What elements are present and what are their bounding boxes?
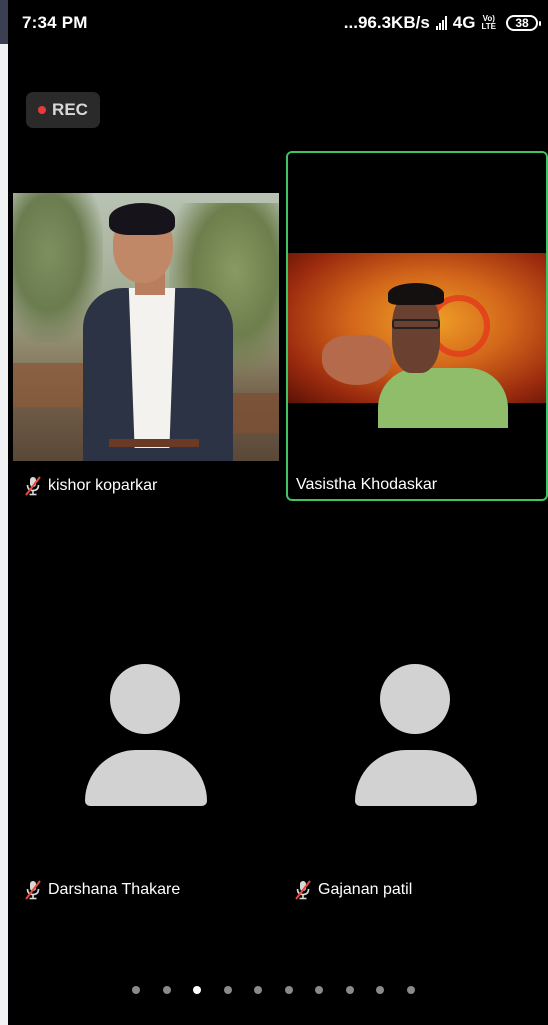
avatar-placeholder-icon[interactable] (355, 664, 477, 806)
video-scenery (13, 363, 93, 407)
person-figure (392, 293, 440, 373)
recording-badge[interactable]: REC (26, 92, 100, 128)
page-dot[interactable] (284, 986, 293, 994)
person-figure (322, 335, 392, 385)
volte-bottom: LTE (481, 22, 496, 31)
page-dot[interactable] (132, 986, 140, 994)
video-letterbox (288, 153, 546, 253)
battery-level: 38 (515, 16, 529, 30)
network-type: 4G (452, 13, 476, 32)
video-scenery (229, 393, 279, 433)
participant-name: Gajanan patil (318, 881, 413, 898)
avatar-placeholder-icon[interactable] (85, 664, 207, 806)
page-dot[interactable] (223, 986, 232, 994)
page-dot[interactable] (193, 986, 201, 994)
page-dot[interactable] (406, 986, 415, 994)
signal-bars-icon (435, 16, 447, 30)
page-dot[interactable] (254, 986, 262, 994)
person-figure (109, 203, 175, 235)
volte-indicator: Vo) LTE (481, 15, 496, 31)
person-figure (392, 319, 440, 329)
left-edge-strip (0, 0, 8, 44)
status-time: 7:34 PM (22, 13, 88, 32)
mic-muted-icon (295, 880, 311, 900)
page-indicator[interactable] (132, 981, 432, 1001)
page-dot[interactable] (315, 986, 323, 994)
participant-name-label: kishor koparkar (24, 476, 157, 496)
participant-name: Darshana Thakare (48, 881, 181, 898)
page-dot[interactable] (345, 986, 354, 994)
network-speed: ...96.3KB/s (343, 13, 430, 32)
avatar-body (85, 750, 207, 806)
person-figure (388, 283, 444, 305)
status-indicators: ...96.3KB/s 4G Vo) LTE 38 (343, 13, 541, 33)
mic-muted-icon (25, 476, 41, 496)
participant-name-label: Darshana Thakare (24, 880, 180, 900)
page-dot[interactable] (376, 986, 384, 994)
meeting-screen: 7:34 PM ...96.3KB/s 4G Vo) LTE 38 REC ki… (8, 0, 548, 1025)
participant-name: kishor koparkar (48, 477, 158, 494)
person-figure (109, 439, 199, 447)
avatar-head (380, 664, 450, 734)
avatar-head (110, 664, 180, 734)
person-figure (378, 368, 508, 428)
participant-name: Vasistha Khodaskar (296, 476, 438, 493)
page-dot[interactable] (162, 986, 171, 994)
avatar-body (355, 750, 477, 806)
video-frame (288, 253, 546, 428)
battery-icon: 38 (506, 15, 541, 31)
recording-label: REC (52, 100, 88, 119)
status-bar: 7:34 PM ...96.3KB/s 4G Vo) LTE 38 (8, 0, 548, 50)
record-dot-icon (38, 106, 47, 114)
mic-muted-icon (25, 880, 41, 900)
participant-name-label: Gajanan patil (294, 880, 412, 900)
participant-video-tile[interactable] (13, 193, 279, 461)
participant-name-label: Vasistha Khodaskar (296, 476, 437, 494)
active-speaker-tile[interactable] (286, 151, 548, 501)
